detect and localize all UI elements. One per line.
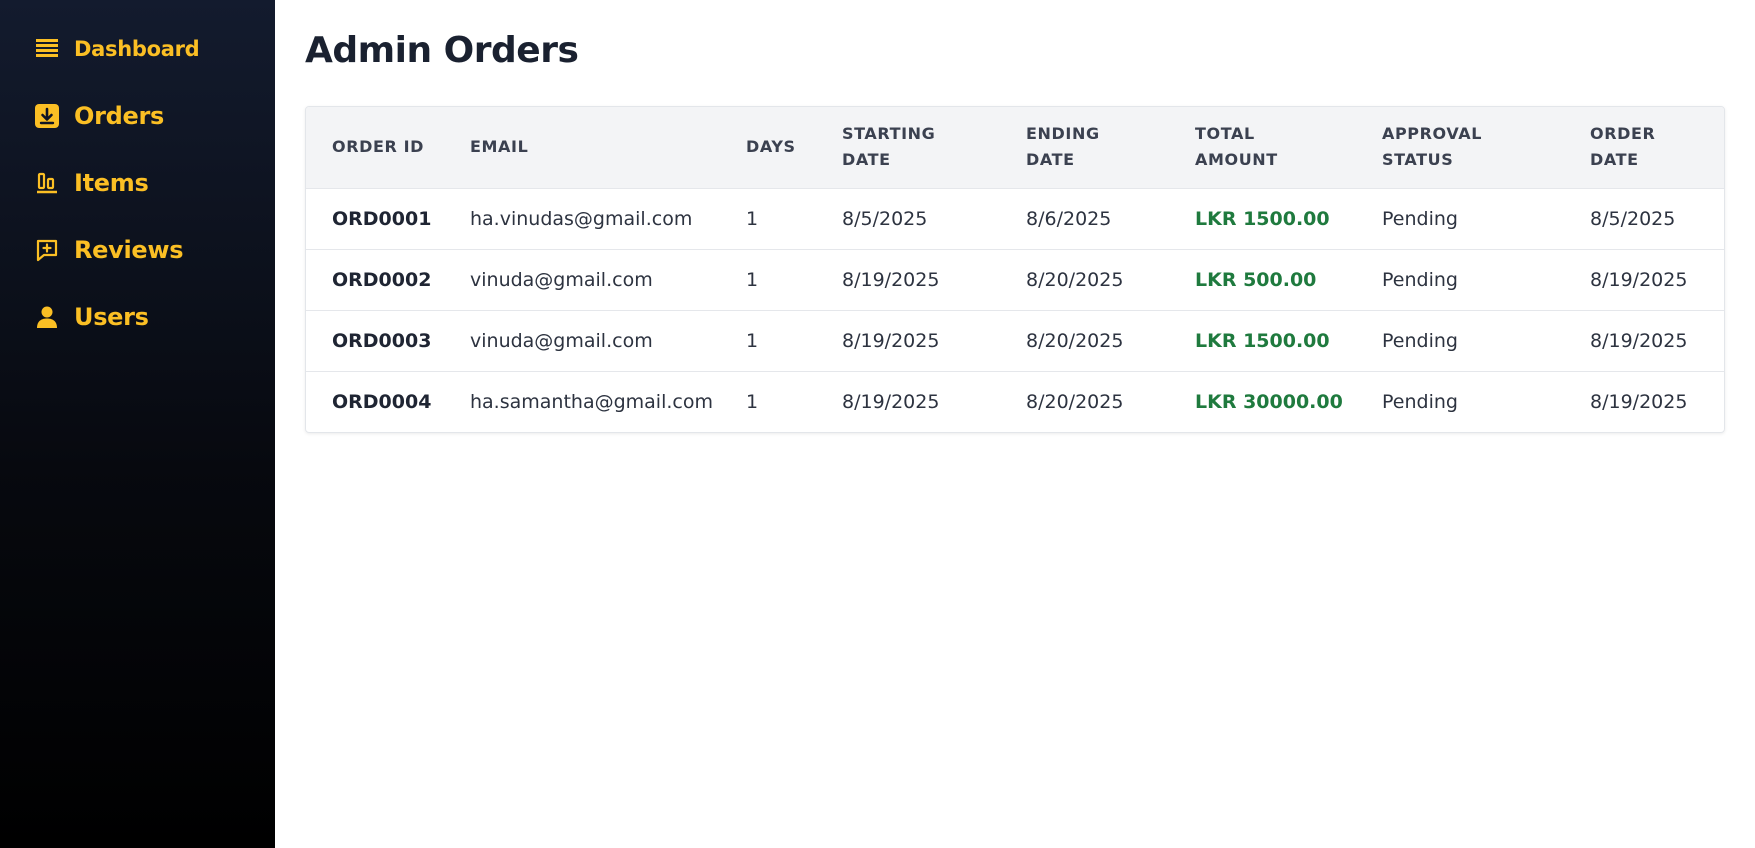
order-date-cell: 8/5/2025: [1590, 207, 1676, 230]
total-amount-cell: LKR 500.00: [1195, 268, 1317, 291]
orders-table: ORDER ID EMAIL DAYS STARTING DATE ENDING D…: [306, 107, 1724, 432]
sidebar-item-users[interactable]: Users: [34, 297, 149, 337]
days-cell: 1: [746, 268, 759, 291]
sidebar: Dashboard Orders Items Reviews Users: [0, 0, 275, 848]
order-id-cell: ORD0002: [332, 268, 432, 291]
email-cell: vinuda@gmail.com: [470, 329, 653, 352]
sidebar-item-reviews[interactable]: Reviews: [34, 230, 184, 270]
table-row[interactable]: ORD0003 vinuda@gmail.com 1 8/19/2025 8/2…: [306, 310, 1724, 371]
column-header-email[interactable]: EMAIL: [444, 107, 720, 188]
column-header-order-id[interactable]: ORDER ID: [306, 107, 444, 188]
approval-status-cell: Pending: [1382, 207, 1458, 230]
starting-date-cell: 8/19/2025: [842, 268, 940, 291]
column-header-ending-date[interactable]: ENDING DATE: [1000, 107, 1169, 188]
days-cell: 1: [746, 329, 759, 352]
order-id-cell: ORD0004: [332, 390, 432, 413]
starting-date-cell: 8/19/2025: [842, 390, 940, 413]
user-icon: [34, 304, 60, 330]
sidebar-item-orders[interactable]: Orders: [34, 96, 164, 136]
column-header-approval-status[interactable]: APPROVAL STATUS: [1356, 107, 1564, 188]
sidebar-item-label: Dashboard: [74, 37, 200, 61]
approval-status-cell: Pending: [1382, 329, 1458, 352]
orders-table-container: ORDER ID EMAIL DAYS STARTING DATE ENDING D…: [305, 106, 1725, 433]
dashboard-icon: [34, 36, 60, 62]
email-cell: vinuda@gmail.com: [470, 268, 653, 291]
column-header-order-date[interactable]: ORDER DATE: [1564, 107, 1724, 188]
starting-date-cell: 8/19/2025: [842, 329, 940, 352]
starting-date-cell: 8/5/2025: [842, 207, 928, 230]
total-amount-cell: LKR 1500.00: [1195, 207, 1330, 230]
table-row[interactable]: ORD0004 ha.samantha@gmail.com 1 8/19/202…: [306, 371, 1724, 432]
order-id-cell: ORD0003: [332, 329, 432, 352]
approval-status-cell: Pending: [1382, 390, 1458, 413]
orders-icon: [34, 103, 60, 129]
order-id-cell: ORD0001: [332, 207, 432, 230]
days-cell: 1: [746, 207, 759, 230]
table-row[interactable]: ORD0001 ha.vinudas@gmail.com 1 8/5/2025 …: [306, 188, 1724, 249]
reviews-icon: [34, 237, 60, 263]
sidebar-item-label: Users: [74, 303, 149, 331]
ending-date-cell: 8/20/2025: [1026, 268, 1124, 291]
column-header-days[interactable]: DAYS: [720, 107, 816, 188]
ending-date-cell: 8/20/2025: [1026, 390, 1124, 413]
sidebar-item-label: Reviews: [74, 236, 184, 264]
order-date-cell: 8/19/2025: [1590, 390, 1688, 413]
table-row[interactable]: ORD0002 vinuda@gmail.com 1 8/19/2025 8/2…: [306, 249, 1724, 310]
column-header-starting-date[interactable]: STARTING DATE: [816, 107, 1000, 188]
column-header-total-amount[interactable]: TOTAL AMOUNT: [1169, 107, 1356, 188]
sidebar-item-items[interactable]: Items: [34, 163, 149, 203]
items-icon: [34, 170, 60, 196]
days-cell: 1: [746, 390, 759, 413]
ending-date-cell: 8/6/2025: [1026, 207, 1112, 230]
order-date-cell: 8/19/2025: [1590, 329, 1688, 352]
sidebar-item-dashboard[interactable]: Dashboard: [34, 29, 200, 69]
approval-status-cell: Pending: [1382, 268, 1458, 291]
page-title: Admin Orders: [305, 30, 579, 71]
main-content: Admin Orders ORDER ID EMAIL DAYS STARTIN…: [275, 0, 1755, 848]
sidebar-item-label: Orders: [74, 102, 165, 130]
ending-date-cell: 8/20/2025: [1026, 329, 1124, 352]
order-date-cell: 8/19/2025: [1590, 268, 1688, 291]
table-header-row: ORDER ID EMAIL DAYS STARTING DATE ENDING D…: [306, 107, 1724, 188]
total-amount-cell: LKR 1500.00: [1195, 329, 1330, 352]
email-cell: ha.vinudas@gmail.com: [470, 207, 693, 230]
sidebar-item-label: Items: [74, 169, 149, 197]
total-amount-cell: LKR 30000.00: [1195, 390, 1343, 413]
email-cell: ha.samantha@gmail.com: [470, 390, 713, 413]
